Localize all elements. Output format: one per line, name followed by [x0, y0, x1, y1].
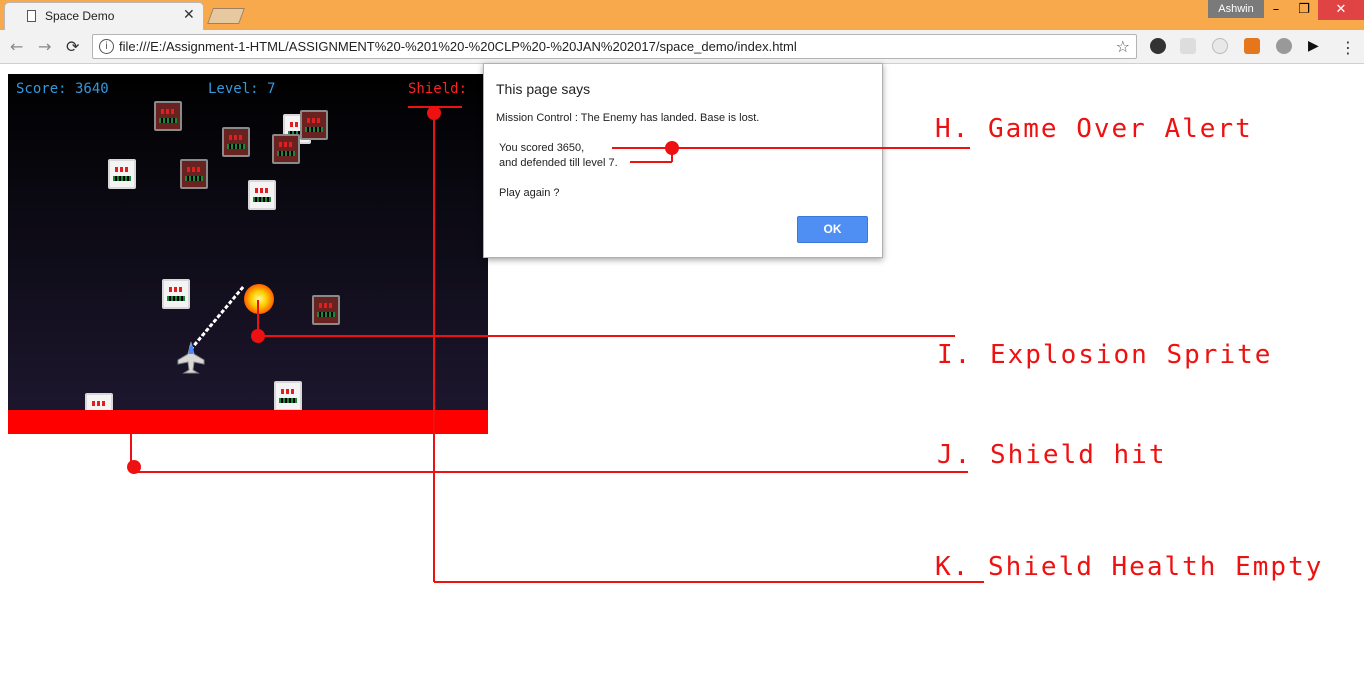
game-canvas[interactable]: Score: 3640 Level: 7 Shield: [8, 74, 488, 434]
title-bar: Space Demo ✕ Ashwin – ❐ ✕ [0, 0, 1364, 30]
bookmark-star-icon[interactable]: ☆ [1116, 37, 1130, 56]
player-ship [177, 341, 205, 374]
ok-button[interactable]: OK [797, 216, 868, 243]
dialog-score-line: You scored 3650, [499, 142, 585, 154]
annotation-shield-health-empty: K. Shield Health Empty [935, 552, 1324, 582]
close-window-button[interactable]: ✕ [1318, 0, 1364, 20]
score-display: Score: 3640 [16, 81, 109, 97]
forward-arrow-icon[interactable]: → [38, 37, 51, 56]
dialog-title: This page says [496, 81, 591, 97]
info-icon[interactable]: i [99, 39, 114, 54]
explosion-sprite [244, 284, 274, 314]
flag-icon[interactable]: ▶ [1308, 38, 1324, 54]
tab-close-icon[interactable]: ✕ [183, 7, 195, 23]
dialog-level-line: and defended till level 7. [499, 157, 618, 169]
reload-icon[interactable]: ⟳ [66, 37, 79, 56]
new-tab-button[interactable] [207, 8, 245, 24]
evernote-icon[interactable] [1150, 38, 1166, 54]
annotation-game-over-alert: H. Game Over Alert [935, 114, 1253, 144]
restore-button[interactable]: ❐ [1290, 0, 1318, 20]
annotation-shield-hit: J. Shield hit [937, 440, 1167, 470]
address-bar[interactable]: i file:///E:/Assignment-1-HTML/ASSIGNMEN… [92, 34, 1137, 59]
shield-label: Shield: [408, 81, 468, 97]
document-icon [27, 10, 36, 22]
metamask-icon[interactable] [1244, 38, 1260, 54]
annotation-explosion-sprite: I. Explosion Sprite [937, 340, 1273, 370]
dialog-message: Mission Control : The Enemy has landed. … [496, 112, 760, 124]
dialog-prompt: Play again ? [499, 187, 560, 199]
enemy-ship [312, 295, 340, 325]
profile-button[interactable]: Ashwin [1208, 0, 1264, 18]
enemy-ship [222, 127, 250, 157]
enemy-ship [272, 134, 300, 164]
enemy-ship [248, 180, 276, 210]
tab-space-demo[interactable]: Space Demo ✕ [4, 2, 204, 30]
annotation-dot [127, 460, 141, 474]
enemy-ship [300, 110, 328, 140]
back-arrow-icon[interactable]: ← [10, 37, 23, 56]
url-text[interactable]: file:///E:/Assignment-1-HTML/ASSIGNMENT%… [119, 39, 797, 54]
enemy-ship [162, 279, 190, 309]
shield-bar [8, 410, 488, 434]
extension-circle-icon[interactable] [1212, 38, 1228, 54]
minimize-button[interactable]: – [1262, 0, 1290, 20]
enemy-ship [154, 101, 182, 131]
extension-sphere-icon[interactable] [1276, 38, 1292, 54]
enemy-ship [274, 381, 302, 411]
alert-dialog: This page says Mission Control : The Ene… [483, 63, 883, 258]
enemy-ship [108, 159, 136, 189]
extension-icon[interactable] [1180, 38, 1196, 54]
level-display: Level: 7 [208, 81, 276, 97]
menu-icon[interactable]: ⋮ [1340, 38, 1356, 57]
browser-toolbar: ← → ⟳ i file:///E:/Assignment-1-HTML/ASS… [0, 30, 1364, 64]
tab-title: Space Demo [45, 9, 115, 23]
enemy-ship [180, 159, 208, 189]
